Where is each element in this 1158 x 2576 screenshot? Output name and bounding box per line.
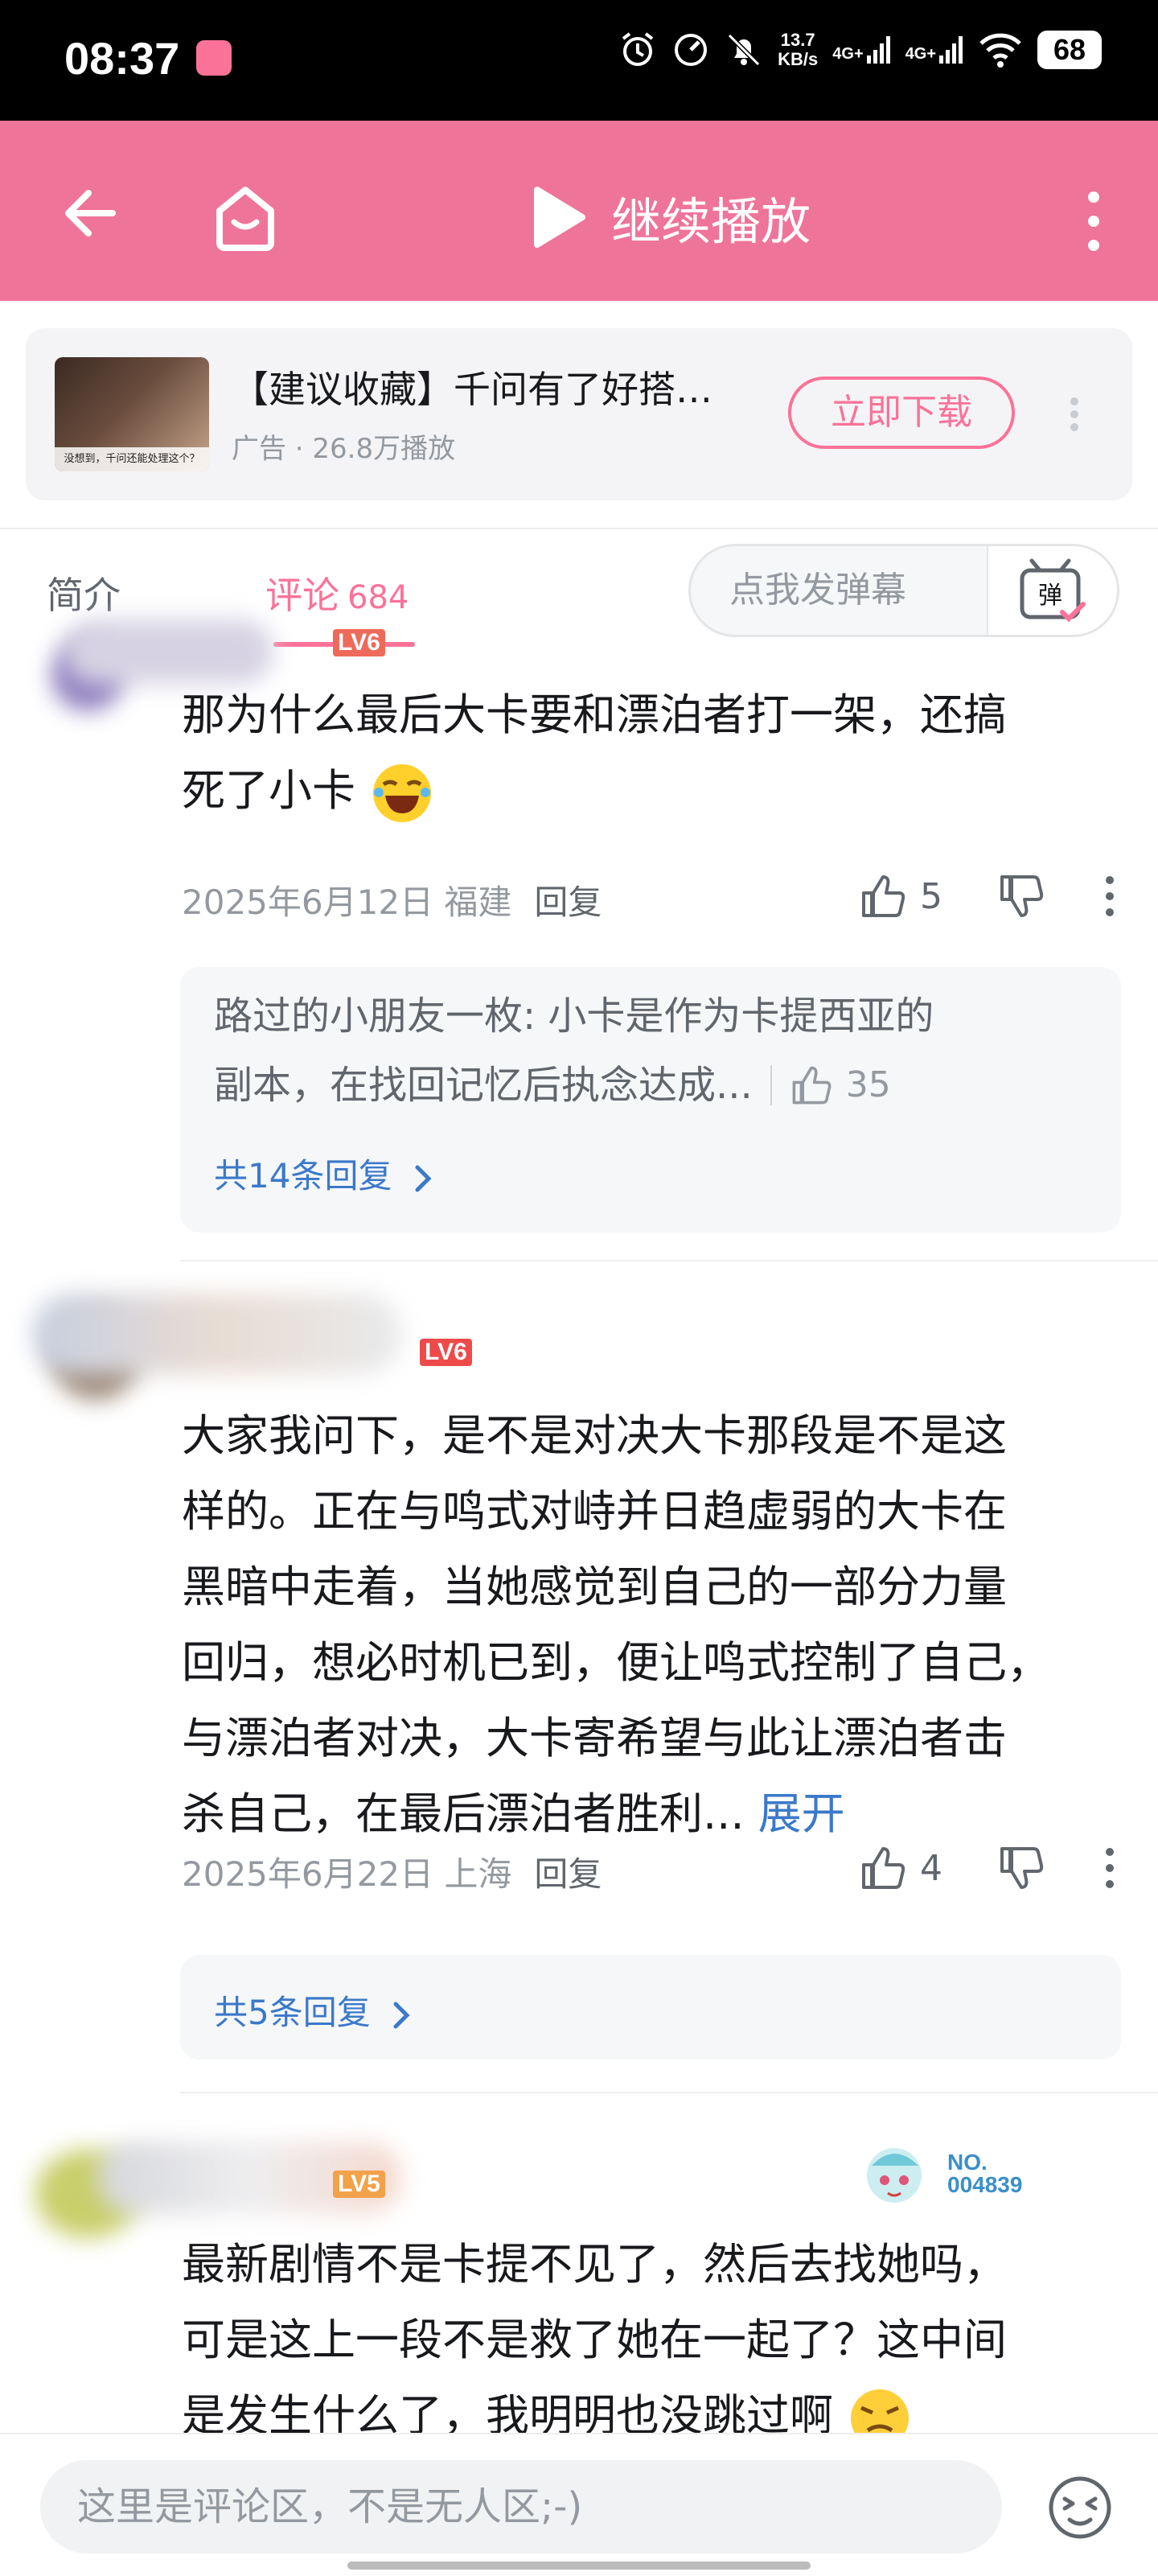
level-badge: LV5 (333, 2171, 385, 2198)
reply-total-link[interactable]: 共5条回复 (214, 1985, 413, 2035)
comment-item: LV6 那为什么最后大卡要和漂泊者打一架，还搞 死了小卡 2025年6月12日 … (0, 619, 1158, 1260)
comment-more-icon[interactable] (1102, 1844, 1118, 1892)
danmaku-send-box[interactable]: 点我发弹幕 弹 (688, 544, 1119, 637)
ad-thumbnail[interactable]: 没想到，千问还能处理这个？ (55, 357, 209, 471)
danmaku-toggle-label: 弹 (1038, 582, 1062, 610)
expand-link[interactable]: 展开 (758, 1788, 845, 1839)
status-bar: 08:37 13.7 KB/s 4G+ 4G+ 68 (0, 0, 1158, 121)
home-icon[interactable] (205, 177, 285, 257)
mute-bell-icon (728, 33, 761, 67)
back-arrow-icon[interactable] (56, 177, 129, 249)
wifi-icon (979, 33, 1021, 68)
chevron-right-icon (415, 1165, 432, 1191)
level-badge: LV6 (420, 1339, 472, 1366)
battery-indicator: 68 (1037, 31, 1102, 69)
comment-count: 684 (347, 579, 409, 616)
speedometer-icon (675, 34, 708, 66)
comment-meta: 2025年6月12日 福建 回复 (182, 875, 602, 924)
reply-thumbs-up-icon (792, 1066, 832, 1105)
reply-like-count: 35 (845, 1064, 891, 1105)
level-badge: LV6 (333, 629, 385, 656)
reply-preview-text: 路过的小朋友一枚: 小卡是作为卡提西亚的 副本，在找回记忆后执念达成... 35 (214, 981, 1098, 1120)
danmaku-tv-icon: 弹 (1020, 558, 1086, 623)
video-top-bar: 继续播放 (0, 121, 1158, 301)
comment-text: 大家我问下，是不是对决大卡那段是不是这 样的。正在与鸣式对峙并日趋虚弱的大卡在 … (182, 1410, 1050, 1839)
reply-total-link[interactable]: 共14条回复 (214, 1149, 435, 1198)
comment-text: 那为什么最后大卡要和漂泊者打一架，还搞 死了小卡 (182, 677, 1115, 829)
alarm-icon (622, 32, 654, 66)
ad-download-button[interactable]: 立即下载 (788, 377, 1015, 449)
reply-preview-box[interactable]: 路过的小朋友一枚: 小卡是作为卡提西亚的 副本，在找回记忆后执念达成... 35… (180, 967, 1121, 1232)
like-button[interactable]: 5 (859, 872, 942, 920)
comment-date: 2025年6月12日 福建 (182, 883, 512, 922)
continue-play-button[interactable]: 继续播放 (531, 177, 811, 257)
ad-title[interactable]: 【建议收藏】千问有了好搭… (232, 360, 712, 414)
danmaku-toggle-button[interactable]: 弹 (987, 546, 1117, 635)
comment-input[interactable]: 这里是评论区，不是无人区;-) (40, 2460, 1002, 2553)
tab-intro[interactable]: 简介 (47, 566, 121, 619)
ad-more-icon[interactable] (1066, 393, 1082, 441)
like-count: 4 (920, 1847, 942, 1889)
comment-item: LV5 NO. 004839 最新剧情不是卡提不见了，然后去找她吗， 可是这上一… (0, 2093, 1158, 2448)
fan-badge-number: 004839 (947, 2172, 1023, 2197)
thumbs-down-icon[interactable] (997, 872, 1045, 920)
comment-item: LV6 大家我问下，是不是对决大卡那段是不是这 样的。正在与鸣式对峙并日趋虚弱的… (0, 1261, 1158, 2090)
reply-button[interactable]: 回复 (534, 1854, 602, 1894)
laughing-emoji-icon (373, 764, 432, 823)
ad-meta: 广告 · 26.8万播放 (232, 433, 456, 465)
play-icon (534, 187, 585, 248)
tab-comments-label: 评论 (265, 574, 339, 617)
tab-comments[interactable]: 评论 684 (265, 566, 409, 619)
thumbs-down-icon[interactable] (997, 1844, 1045, 1892)
bilibili-notification-icon (196, 40, 232, 76)
chevron-right-icon (393, 2002, 410, 2028)
comment-meta: 2025年6月22日 上海 回复 (182, 1847, 602, 1896)
reply-preview-box[interactable]: 共5条回复 (180, 1955, 1121, 2060)
signal-2: 4G+ (905, 36, 963, 64)
home-indicator[interactable] (347, 2562, 811, 2570)
signal-1: 4G+ (832, 36, 890, 64)
comment-input-placeholder: 这里是评论区，不是无人区;-) (77, 2484, 583, 2529)
username-redacted (32, 1294, 402, 1374)
thumbs-up-icon (862, 875, 905, 917)
danmaku-input-placeholder: 点我发弹幕 (729, 570, 906, 611)
comment-input-bar: 这里是评论区，不是无人区;-) (0, 2433, 1158, 2576)
ad-thumbnail-caption: 没想到，千问还能处理这个？ (55, 447, 209, 471)
more-vertical-icon[interactable] (1070, 181, 1118, 261)
continue-play-label: 继续播放 (611, 192, 811, 251)
comment-date: 2025年6月22日 上海 (182, 1854, 512, 1894)
like-count: 5 (920, 875, 942, 917)
anime-avatar-badge-icon (867, 2148, 922, 2203)
fan-badge: NO. 004839 (852, 2134, 1062, 2214)
emoji-icon[interactable] (1045, 2473, 1115, 2542)
comment-more-icon[interactable] (1102, 872, 1118, 920)
status-icons: 13.7 KB/s 4G+ 4G+ 68 (618, 31, 1102, 69)
net-speed: 13.7 KB/s (778, 30, 819, 69)
status-time: 08:37 (64, 33, 180, 84)
like-button[interactable]: 4 (859, 1844, 942, 1892)
ad-card[interactable]: 没想到，千问还能处理这个？ 【建议收藏】千问有了好搭… 广告 · 26.8万播放… (26, 328, 1132, 500)
comment-text: 最新剧情不是卡提不见了，然后去找她吗， 可是这上一段不是救了她在一起了？这中间 … (182, 2227, 1131, 2454)
username-redacted (64, 619, 273, 684)
fan-badge-no: NO. (947, 2150, 988, 2175)
thumbs-up-icon (862, 1847, 905, 1889)
reply-button[interactable]: 回复 (534, 883, 602, 922)
